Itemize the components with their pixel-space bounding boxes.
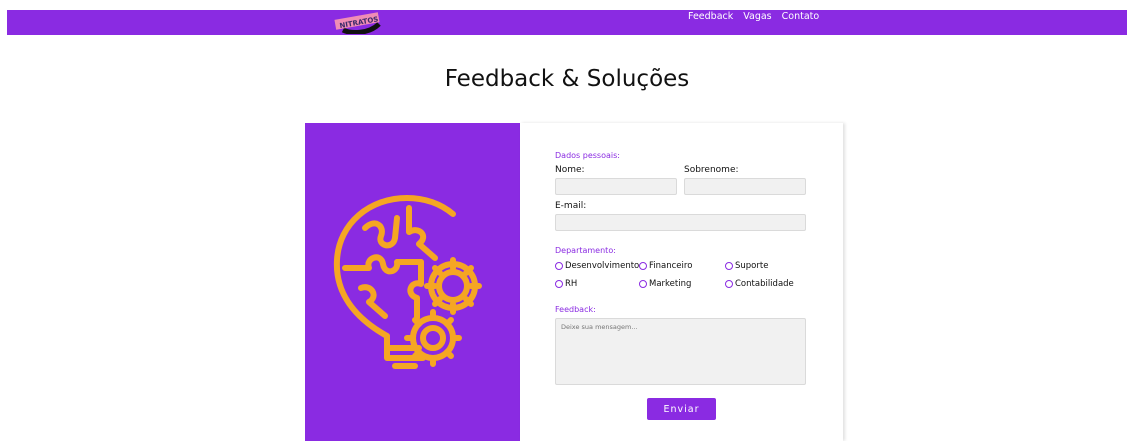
nav-link-vagas[interactable]: Vagas xyxy=(743,10,771,35)
brand-logo[interactable]: NITRATOS xyxy=(329,10,389,35)
radio-icon[interactable] xyxy=(725,262,733,270)
nav-links: Feedback Vagas Contato xyxy=(688,10,819,35)
feedback-heading: Feedback: xyxy=(555,305,596,314)
page-title: Feedback & Soluções xyxy=(444,66,690,92)
department-option-financeiro[interactable]: Financeiro xyxy=(639,261,692,271)
department-option-suporte[interactable]: Suporte xyxy=(725,261,768,271)
top-navbar: NITRATOS Feedback Vagas Contato xyxy=(7,10,1127,35)
radio-icon[interactable] xyxy=(555,262,563,270)
email-label: E-mail: xyxy=(555,201,587,211)
name-label: Nome: xyxy=(555,165,585,175)
department-option-rh[interactable]: RH xyxy=(555,279,577,289)
nav-link-feedback[interactable]: Feedback xyxy=(688,10,733,35)
feedback-message-textarea[interactable] xyxy=(555,318,806,385)
department-option-label: Contabilidade xyxy=(735,279,794,289)
radio-icon[interactable] xyxy=(639,262,647,270)
surname-input[interactable] xyxy=(684,178,806,195)
name-input[interactable] xyxy=(555,178,677,195)
radio-icon[interactable] xyxy=(639,280,647,288)
lightbulb-puzzle-gears-icon xyxy=(325,188,500,382)
department-option-label: Marketing xyxy=(649,279,692,289)
department-option-desenvolvimento[interactable]: Desenvolvimento xyxy=(555,261,639,271)
department-option-contabilidade[interactable]: Contabilidade xyxy=(725,279,794,289)
surname-label: Sobrenome: xyxy=(684,165,739,175)
department-option-marketing[interactable]: Marketing xyxy=(639,279,691,289)
department-option-label: Financeiro xyxy=(649,261,693,271)
department-heading: Departamento: xyxy=(555,246,616,255)
submit-button[interactable]: Enviar xyxy=(647,398,716,420)
nav-link-contato[interactable]: Contato xyxy=(782,10,820,35)
department-option-label: Suporte xyxy=(735,261,769,271)
email-input[interactable] xyxy=(555,214,806,231)
radio-icon[interactable] xyxy=(555,280,563,288)
personal-data-heading: Dados pessoais: xyxy=(555,151,620,160)
department-option-label: RH xyxy=(565,279,578,289)
illustration-panel xyxy=(305,123,520,441)
department-option-label: Desenvolvimento xyxy=(565,261,640,271)
feedback-form: Dados pessoais: Nome: Sobrenome: E-mail:… xyxy=(520,123,843,441)
radio-icon[interactable] xyxy=(725,280,733,288)
